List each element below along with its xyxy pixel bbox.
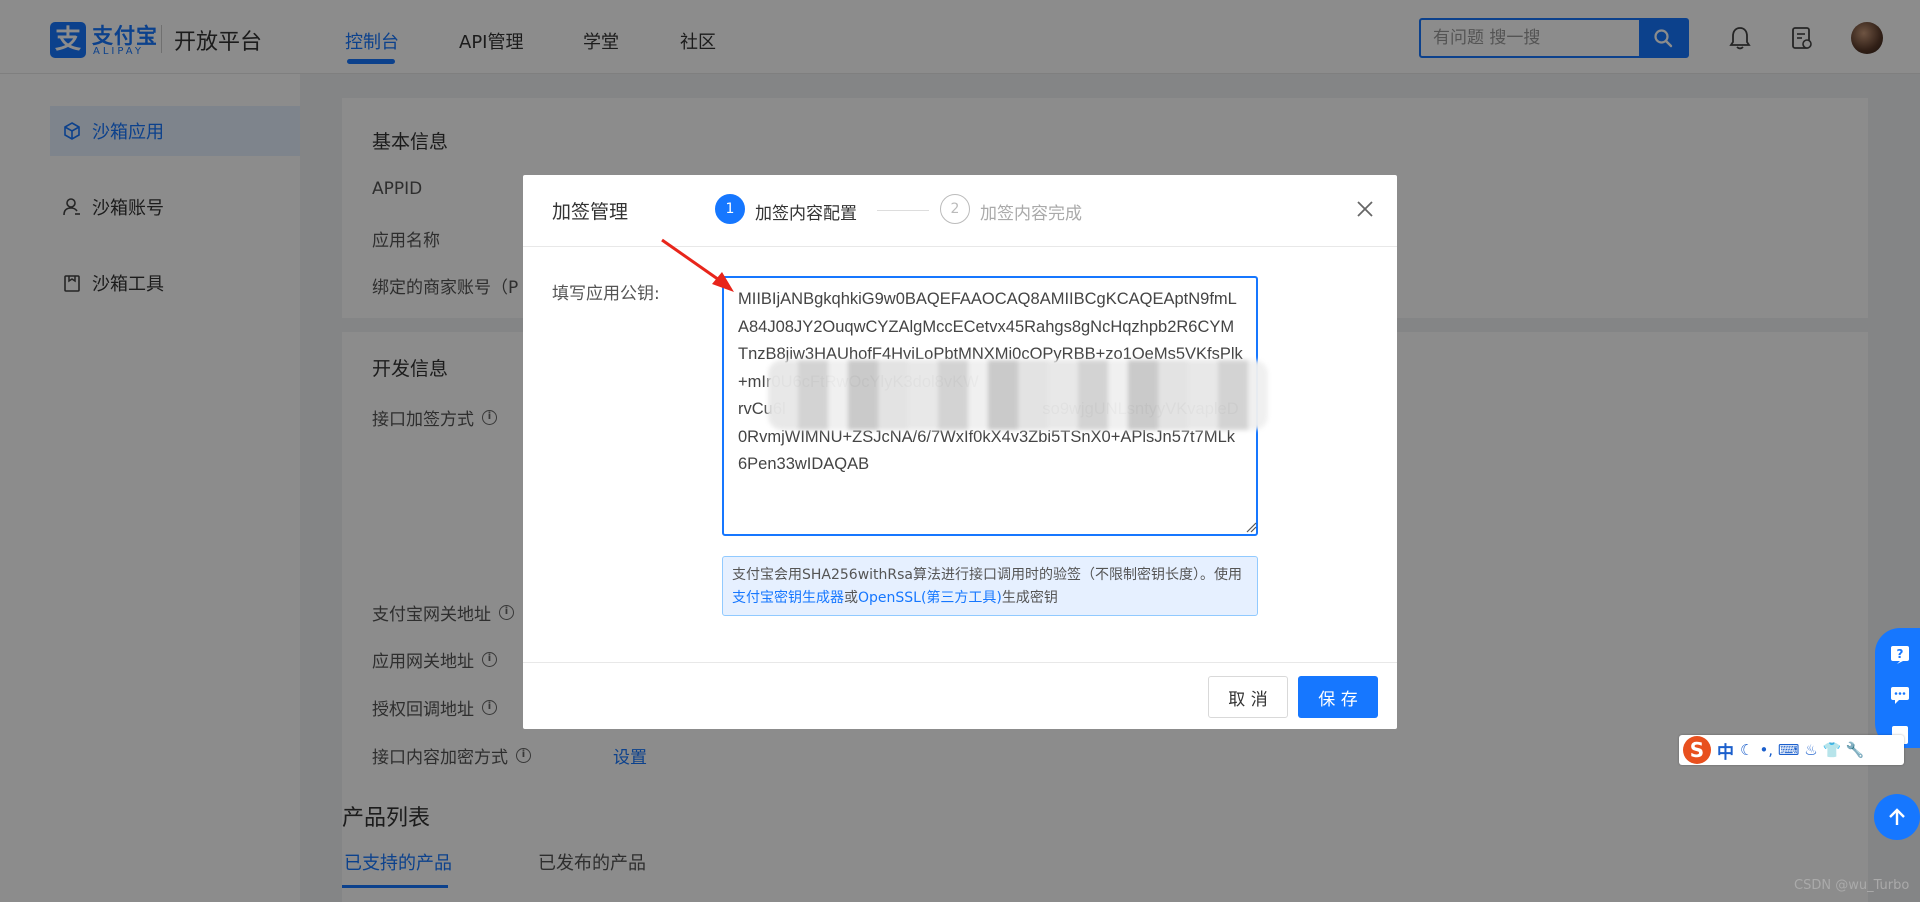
step-2-label: 加签内容完成 — [980, 204, 1082, 224]
sign-management-modal: 加签管理 1 加签内容配置 2 加签内容完成 填写应用公钥: MIIBIjANB… — [523, 175, 1397, 729]
arrow-up-icon — [1889, 808, 1905, 825]
sogou-logo-icon[interactable]: S — [1683, 736, 1711, 764]
modal-footer-divider — [523, 662, 1397, 663]
ime-toolbar[interactable]: S 中 ☾ •, ⌨ ♨ 👕 🔧 — [1679, 735, 1904, 765]
tip-text: 支付宝会用SHA256withRsa算法进行接口调用时的验签（不限制密钥长度）。… — [732, 567, 1243, 583]
step-1-label: 加签内容配置 — [755, 204, 857, 224]
step-2-indicator: 2 — [940, 194, 970, 224]
public-key-label: 填写应用公钥: — [552, 284, 660, 304]
scroll-top-button[interactable] — [1874, 794, 1920, 840]
step-1-indicator: 1 — [715, 194, 745, 224]
annotation-arrow-icon — [661, 238, 734, 292]
modal-header-divider — [523, 246, 1397, 247]
key-generator-link[interactable]: 支付宝密钥生成器 — [732, 590, 844, 606]
svg-text:?: ? — [1897, 647, 1904, 661]
openssl-link[interactable]: OpenSSL(第三方工具) — [858, 590, 1002, 606]
resize-handle-icon[interactable] — [1245, 521, 1257, 533]
step-connector — [877, 210, 929, 211]
sign-tip-box: 支付宝会用SHA256withRsa算法进行接口调用时的验签（不限制密钥长度）。… — [722, 556, 1258, 616]
chat-icon[interactable] — [1887, 682, 1913, 708]
floating-help-panel: ? — [1875, 628, 1920, 748]
save-button[interactable]: 保 存 — [1298, 676, 1378, 718]
watermark-text: CSDN @wu_Turbo — [1794, 878, 1910, 893]
redacted-mosaic — [768, 360, 1268, 430]
ime-moon-icon[interactable]: ☾ — [1740, 741, 1753, 759]
tip-text: 生成密钥 — [1001, 590, 1058, 606]
help-question-icon[interactable]: ? — [1887, 642, 1913, 668]
ime-mode-label[interactable]: 中 — [1717, 738, 1734, 763]
modal-title: 加签管理 — [552, 201, 629, 223]
cancel-button[interactable]: 取 消 — [1208, 676, 1288, 718]
ime-tools-label[interactable]: •, ⌨ ♨ 👕 🔧 — [1759, 741, 1864, 759]
tip-text: 或 — [844, 590, 858, 606]
close-icon[interactable] — [1351, 195, 1379, 223]
